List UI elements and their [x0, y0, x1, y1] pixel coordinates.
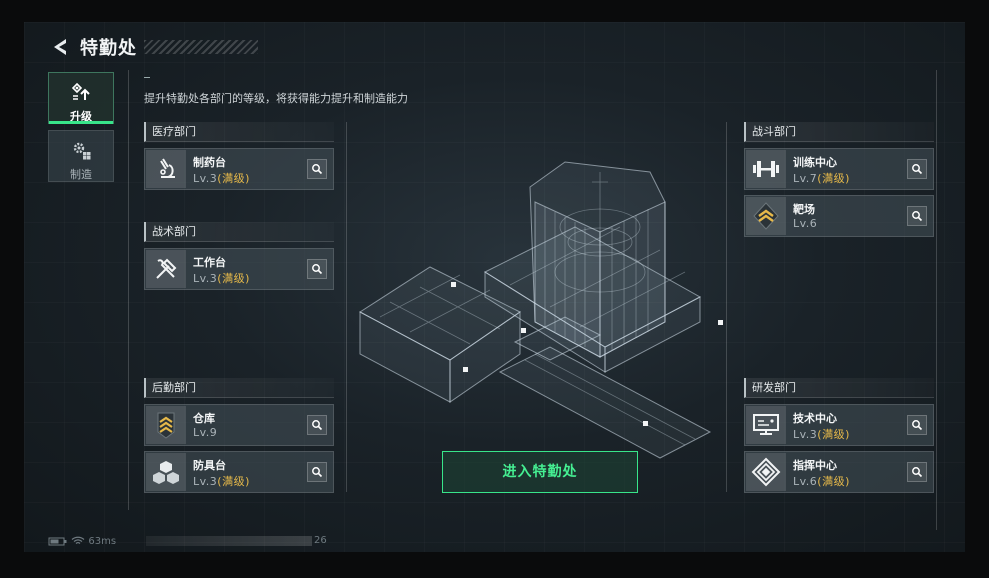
microscope-icon [146, 150, 186, 188]
card-storage[interactable]: 仓库 Lv.9 [144, 404, 334, 446]
section-research-header: 研发部门 [744, 378, 934, 398]
card-workbench-name: 工作台 [193, 256, 226, 269]
search-button[interactable] [307, 259, 327, 279]
search-button[interactable] [907, 159, 927, 179]
rank-chevron-icon [146, 406, 186, 444]
search-icon [312, 467, 323, 478]
monitor-icon [746, 406, 786, 444]
wifi-icon [71, 536, 85, 544]
card-training-center-name: 训练中心 [793, 156, 837, 169]
card-armor-bench-level: Lv.3(满级) [193, 475, 250, 488]
card-storage-name: 仓库 [193, 412, 215, 425]
page-title: 特勤处 [80, 38, 137, 59]
search-icon [912, 164, 923, 175]
card-training-center[interactable]: 训练中心 Lv.7(满级) [744, 148, 934, 190]
card-pharmacy[interactable]: 制药台 Lv.3(满级) [144, 148, 334, 190]
search-icon [312, 264, 323, 275]
emblem-icon [746, 453, 786, 491]
gears-icon [73, 142, 91, 160]
map-frame-right [726, 122, 727, 492]
search-icon [912, 211, 923, 222]
card-workbench[interactable]: 工作台 Lv.3(满级) [144, 248, 334, 290]
card-training-center-level: Lv.7(满级) [793, 172, 850, 185]
card-command-center-level: Lv.6(满级) [793, 475, 850, 488]
card-pharmacy-level: Lv.3(满级) [193, 172, 250, 185]
base-wireframe-model [359, 161, 723, 459]
search-icon [912, 467, 923, 478]
status-bar: 63ms [48, 536, 116, 547]
search-button[interactable] [307, 415, 327, 435]
card-workbench-level: Lv.3(满级) [193, 272, 250, 285]
battery-icon [48, 537, 67, 546]
search-button[interactable] [907, 206, 927, 226]
desc-dash [144, 77, 150, 78]
card-tech-center-level: Lv.3(满级) [793, 428, 850, 441]
upgrade-icon [71, 82, 90, 100]
left-divider [128, 70, 129, 510]
title-decoration [144, 40, 258, 54]
tab-upgrade[interactable]: 升级 [48, 72, 114, 124]
back-button[interactable] [50, 36, 72, 58]
tools-icon [146, 250, 186, 288]
map-frame-left [346, 122, 347, 492]
card-tech-center-name: 技术中心 [793, 412, 837, 425]
search-button[interactable] [907, 462, 927, 482]
cubes-icon [146, 453, 186, 491]
card-tech-center[interactable]: 技术中心 Lv.3(满级) [744, 404, 934, 446]
card-shooting-range-level: Lv.6 [793, 217, 818, 230]
search-icon [312, 420, 323, 431]
search-button[interactable] [307, 462, 327, 482]
search-button[interactable] [307, 159, 327, 179]
tab-craft-label: 制造 [70, 168, 92, 181]
status-value: 26 [314, 535, 327, 546]
dumbbell-icon [746, 150, 786, 188]
card-command-center[interactable]: 指挥中心 Lv.6(满级) [744, 451, 934, 493]
card-storage-level: Lv.9 [193, 426, 218, 439]
rank-badge-icon [746, 197, 786, 235]
status-progress-track [146, 536, 312, 546]
card-shooting-range-name: 靶场 [793, 203, 815, 216]
section-logistics-header: 后勤部门 [144, 378, 334, 398]
card-armor-bench-name: 防具台 [193, 459, 226, 472]
search-button[interactable] [907, 415, 927, 435]
search-icon [312, 164, 323, 175]
right-divider [936, 70, 937, 530]
card-armor-bench[interactable]: 防具台 Lv.3(满级) [144, 451, 334, 493]
section-medical-header: 医疗部门 [144, 122, 334, 142]
description-text: 提升特勤处各部门的等级，将获得能力提升和制造能力 [144, 92, 408, 105]
section-combat-header: 战斗部门 [744, 122, 934, 142]
ping-value: 63ms [88, 536, 117, 547]
card-shooting-range[interactable]: 靶场 Lv.6 [744, 195, 934, 237]
section-tactical-header: 战术部门 [144, 222, 334, 242]
back-arrow-icon [54, 39, 66, 55]
tab-upgrade-label: 升级 [70, 110, 92, 123]
enter-headquarters-button[interactable]: 进入特勤处 [442, 451, 638, 493]
tab-craft[interactable]: 制造 [48, 130, 114, 182]
game-screen: 特勤处 升级 制造 提升特勤处各部门的等级，将获得能力提升和制造能力 医疗部门 … [24, 22, 965, 552]
card-command-center-name: 指挥中心 [793, 459, 837, 472]
card-pharmacy-name: 制药台 [193, 156, 226, 169]
search-icon [912, 420, 923, 431]
